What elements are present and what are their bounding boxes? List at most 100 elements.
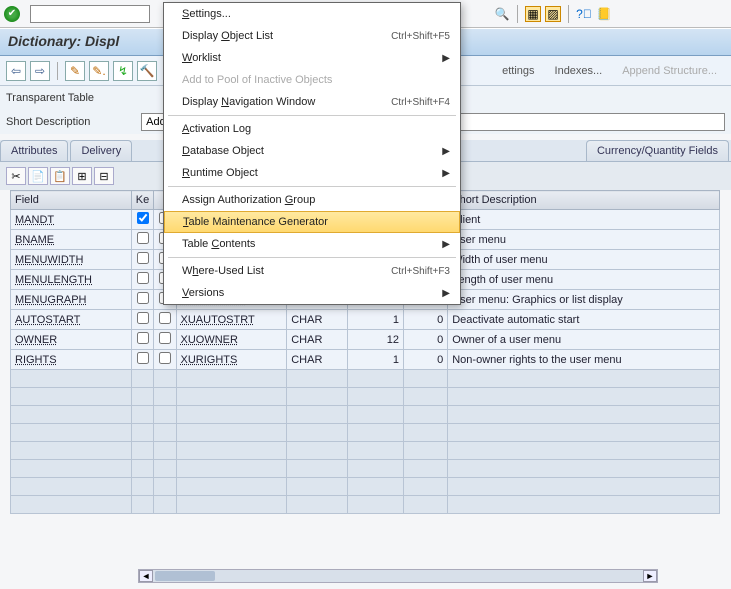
transparent-table-label: Transparent Table [6, 92, 158, 104]
submenu-arrow-icon: ▶ [442, 53, 450, 64]
key-checkbox[interactable] [137, 212, 149, 224]
indexes-button[interactable]: Indexes... [547, 63, 611, 79]
menu-item-settings[interactable]: Settings... [164, 3, 460, 25]
copy-button[interactable]: 📄 [28, 167, 48, 185]
field-name[interactable]: MENULENGTH [15, 274, 92, 286]
menu-item-assign-authorization-group[interactable]: Assign Authorization Group [164, 189, 460, 211]
cut-button[interactable]: ✂ [6, 167, 26, 185]
menu-item-add-to-pool-of-inactive-objects: Add to Pool of Inactive Objects [164, 69, 460, 91]
menu-item-label: Worklist [182, 52, 434, 64]
key-checkbox[interactable] [137, 232, 149, 244]
short-description-extra-input[interactable] [443, 113, 725, 131]
field-name[interactable]: MENUGRAPH [15, 294, 87, 306]
menu-item-versions[interactable]: Versions ▶ [164, 282, 460, 304]
field-name[interactable]: RIGHTS [15, 354, 57, 366]
settings-button[interactable]: ettings [494, 63, 542, 79]
table-row: RIGHTSXURIGHTSCHAR10Non-owner rights to … [11, 350, 720, 370]
menu-item-where-used-list[interactable]: Where-Used ListCtrl+Shift+F3 [164, 260, 460, 282]
help-icon[interactable]: ?⃝ [576, 6, 592, 22]
table-row-empty [11, 406, 720, 424]
decimals-value: 0 [403, 330, 447, 350]
toolbar-right-group: 🔍 ▦ ▨ ?⃝ 📒 [494, 5, 612, 23]
append-structure-button: Append Structure... [614, 63, 725, 79]
scroll-left-arrow[interactable]: ◄ [139, 570, 153, 582]
menu-item-label: Activation Log [182, 123, 450, 135]
menu-item-activation-log[interactable]: Activation Log [164, 118, 460, 140]
check-button[interactable]: ✎. [89, 61, 109, 81]
data-type: CHAR [287, 350, 347, 370]
tab-delivery[interactable]: Delivery [70, 140, 132, 161]
short-description-cell: Client [448, 210, 720, 230]
menu-item-display-navigation-window[interactable]: Display Navigation WindowCtrl+Shift+F4 [164, 91, 460, 113]
insert-button[interactable]: ⊞ [72, 167, 92, 185]
key-checkbox[interactable] [137, 292, 149, 304]
scroll-thumb[interactable] [155, 571, 215, 581]
field-name[interactable]: AUTOSTART [15, 314, 80, 326]
tab-attributes[interactable]: Attributes [0, 140, 68, 161]
decimals-value: 0 [403, 350, 447, 370]
menu-item-worklist[interactable]: Worklist ▶ [164, 47, 460, 69]
command-field[interactable] [30, 5, 150, 23]
activate-button[interactable]: ↯ [113, 61, 133, 81]
forward-button[interactable]: ⇨ [30, 61, 50, 81]
separator [57, 62, 58, 80]
data-element[interactable]: XUOWNER [181, 334, 238, 346]
short-description-cell: Owner of a user menu [448, 330, 720, 350]
tab-currency-quantity[interactable]: Currency/Quantity Fields [586, 140, 729, 161]
short-description-cell: User menu: Graphics or list display [448, 290, 720, 310]
where-button[interactable]: 🔨 [137, 61, 157, 81]
enter-icon[interactable]: ✔ [4, 6, 20, 22]
horizontal-scrollbar[interactable]: ◄ ► [138, 569, 658, 583]
table-row-empty [11, 388, 720, 406]
init-checkbox[interactable] [159, 352, 171, 364]
data-element[interactable]: XUAUTOSTRT [181, 314, 255, 326]
toggle-button[interactable]: ✎ [65, 61, 85, 81]
col-header-shortdesc[interactable]: Short Description [448, 191, 720, 210]
key-checkbox[interactable] [137, 352, 149, 364]
menu-item-table-contents[interactable]: Table Contents▶ [164, 233, 460, 255]
key-checkbox[interactable] [137, 332, 149, 344]
field-name[interactable]: BNAME [15, 234, 54, 246]
field-name[interactable]: OWNER [15, 334, 57, 346]
menu-item-runtime-object[interactable]: Runtime Object▶ [164, 162, 460, 184]
init-checkbox[interactable] [159, 312, 171, 324]
short-description-cell: Width of user menu [448, 250, 720, 270]
back-button[interactable]: ⇦ [6, 61, 26, 81]
submenu-arrow-icon: ▶ [442, 168, 450, 179]
menu-shortcut: Ctrl+Shift+F3 [391, 266, 450, 277]
table-row: OWNERXUOWNERCHAR120Owner of a user menu [11, 330, 720, 350]
find-icon[interactable]: 🔍 [494, 6, 510, 22]
field-name[interactable]: MENUWIDTH [15, 254, 83, 266]
scroll-right-arrow[interactable]: ► [643, 570, 657, 582]
menu-shortcut: Ctrl+Shift+F4 [391, 97, 450, 108]
short-description-cell: Deactivate automatic start [448, 310, 720, 330]
paste-button[interactable]: 📋 [50, 167, 70, 185]
menu-item-label: Assign Authorization Group [182, 194, 450, 206]
table-row-empty [11, 424, 720, 442]
layout2-icon[interactable]: ▨ [545, 6, 561, 22]
menu-item-database-object[interactable]: Database Object▶ [164, 140, 460, 162]
data-element[interactable]: XURIGHTS [181, 354, 238, 366]
col-header-key[interactable]: Ke [131, 191, 154, 210]
separator [517, 5, 518, 23]
field-name[interactable]: MANDT [15, 214, 54, 226]
menu-item-label: Display Navigation Window [182, 96, 391, 108]
col-header-field[interactable]: Field [11, 191, 132, 210]
init-checkbox[interactable] [159, 332, 171, 344]
book-icon[interactable]: 📒 [596, 6, 612, 22]
key-checkbox[interactable] [137, 252, 149, 264]
submenu-arrow-icon: ▶ [442, 288, 450, 299]
key-checkbox[interactable] [137, 272, 149, 284]
menu-item-table-maintenance-generator[interactable]: Table Maintenance Generator [164, 211, 460, 233]
key-checkbox[interactable] [137, 312, 149, 324]
data-type: CHAR [287, 310, 347, 330]
menu-item-display-object-list[interactable]: Display Object ListCtrl+Shift+F5 [164, 25, 460, 47]
short-description-cell: Length of user menu [448, 270, 720, 290]
menu-item-label: Table Contents [182, 238, 434, 250]
menu-item-label: Versions [182, 287, 434, 299]
table-row-empty [11, 442, 720, 460]
delete-button[interactable]: ⊟ [94, 167, 114, 185]
table-row-empty [11, 478, 720, 496]
menu-shortcut: Ctrl+Shift+F5 [391, 31, 450, 42]
layout1-icon[interactable]: ▦ [525, 6, 541, 22]
